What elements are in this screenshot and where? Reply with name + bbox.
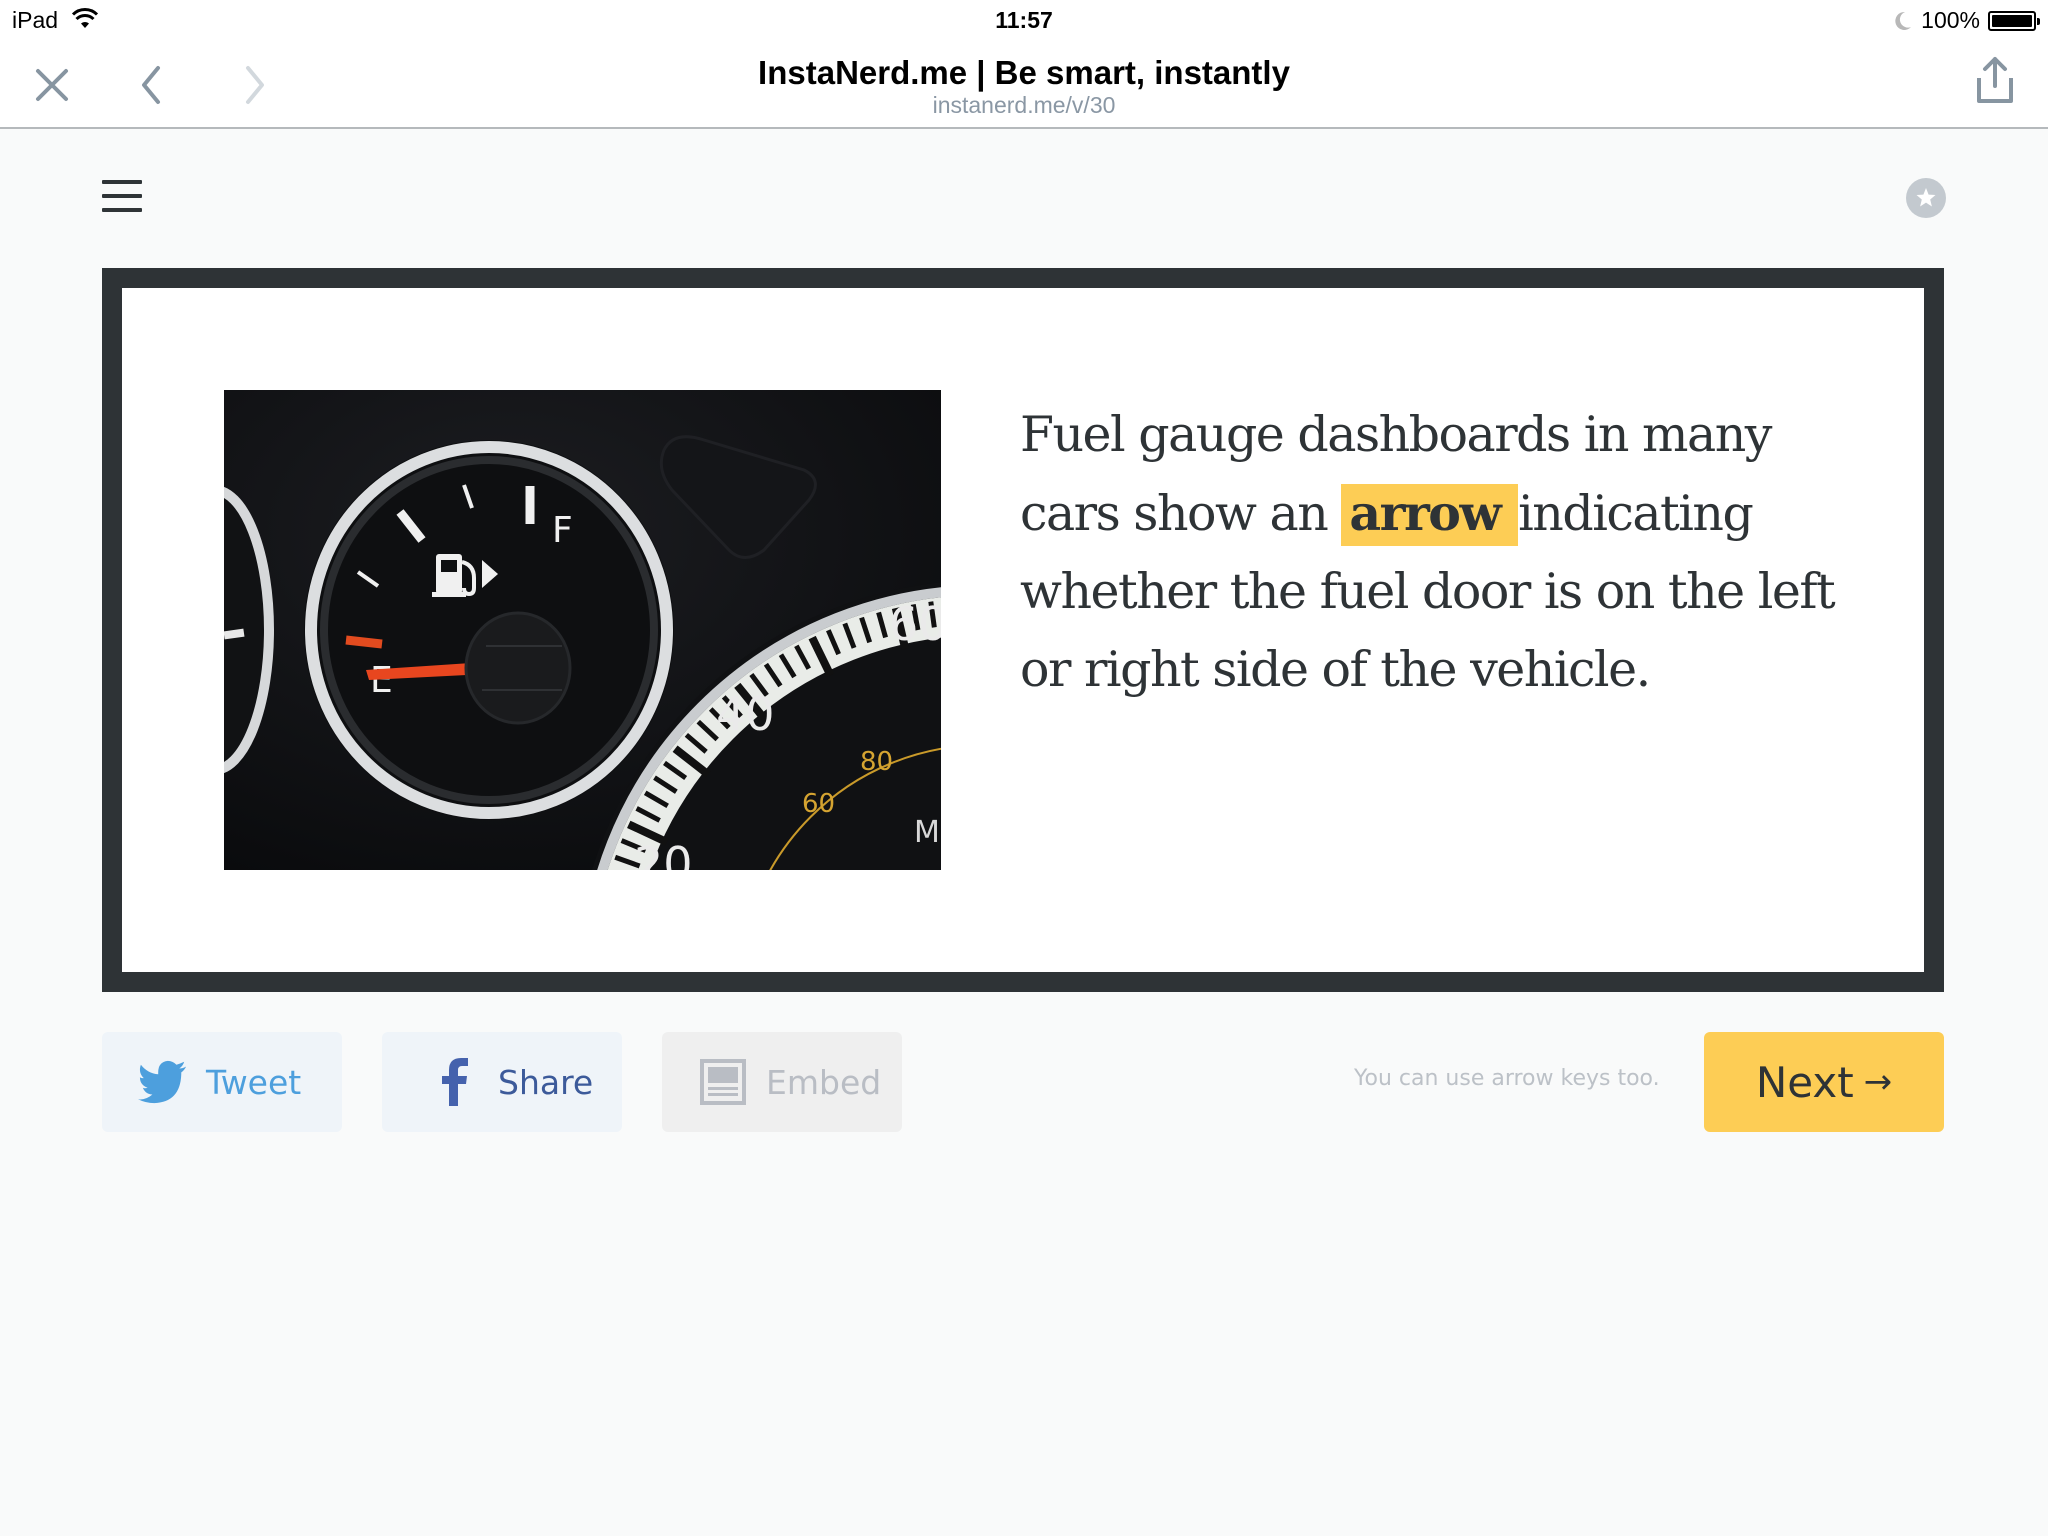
gauge-label-full: F	[552, 510, 573, 551]
browser-nav-bar: InstaNerd.me | Be smart, instantly insta…	[0, 42, 2048, 129]
gauge-label-empty: E	[370, 660, 393, 701]
favorite-button[interactable]	[1906, 178, 1946, 218]
embed-button[interactable]: Embed	[662, 1032, 902, 1132]
status-bar: iPad 11:57 100%	[0, 0, 2048, 42]
menu-line	[102, 194, 142, 198]
status-right: 100%	[1891, 7, 2040, 34]
page-title: InstaNerd.me | Be smart, instantly	[758, 54, 1290, 91]
fuel-gauge-image: F E 40 60 20 80 60 M	[224, 390, 941, 870]
kmh-label-80: 80	[860, 747, 893, 777]
arrow-right-icon: →	[1863, 1062, 1893, 1102]
embed-icon	[700, 1059, 746, 1105]
page-url[interactable]: instanerd.me/v/30	[0, 92, 2048, 119]
speed-label-40: 40	[716, 687, 775, 741]
moon-icon	[1895, 11, 1912, 30]
facebook-share-button[interactable]: Share	[382, 1032, 622, 1132]
share-icon	[1977, 57, 2013, 103]
tweet-label: Tweet	[206, 1062, 302, 1102]
dashboard-illustration: F E 40 60 20 80 60 M	[224, 390, 941, 870]
facebook-icon	[442, 1058, 468, 1106]
fact-card: F E 40 60 20 80 60 M Fuel gauge dashboar…	[102, 268, 1944, 992]
menu-line	[102, 208, 142, 212]
speed-label-20: 20	[634, 837, 693, 870]
battery-percent: 100%	[1921, 7, 1980, 33]
speed-label-60: 60	[889, 597, 941, 651]
keyboard-hint: You can use arrow keys too.	[1354, 1066, 1660, 1091]
next-button[interactable]: Next →	[1704, 1032, 1944, 1132]
battery-icon	[1988, 10, 2040, 31]
share-label: Share	[498, 1062, 594, 1102]
status-time: 11:57	[995, 7, 1053, 33]
twitter-bird-icon	[138, 1060, 187, 1104]
menu-line	[102, 180, 142, 184]
embed-label: Embed	[766, 1062, 882, 1102]
fact-text: Fuel gauge dashboards in many cars show …	[1020, 396, 1850, 709]
share-button[interactable]	[1970, 56, 2020, 106]
next-label: Next	[1755, 1057, 1854, 1107]
star-icon	[1916, 188, 1936, 207]
hamburger-menu-icon[interactable]	[100, 178, 144, 214]
highlighted-keyword: arrow	[1341, 484, 1519, 546]
unit-label: M	[914, 815, 940, 850]
tweet-button[interactable]: Tweet	[102, 1032, 342, 1132]
kmh-label-60: 60	[802, 789, 835, 819]
